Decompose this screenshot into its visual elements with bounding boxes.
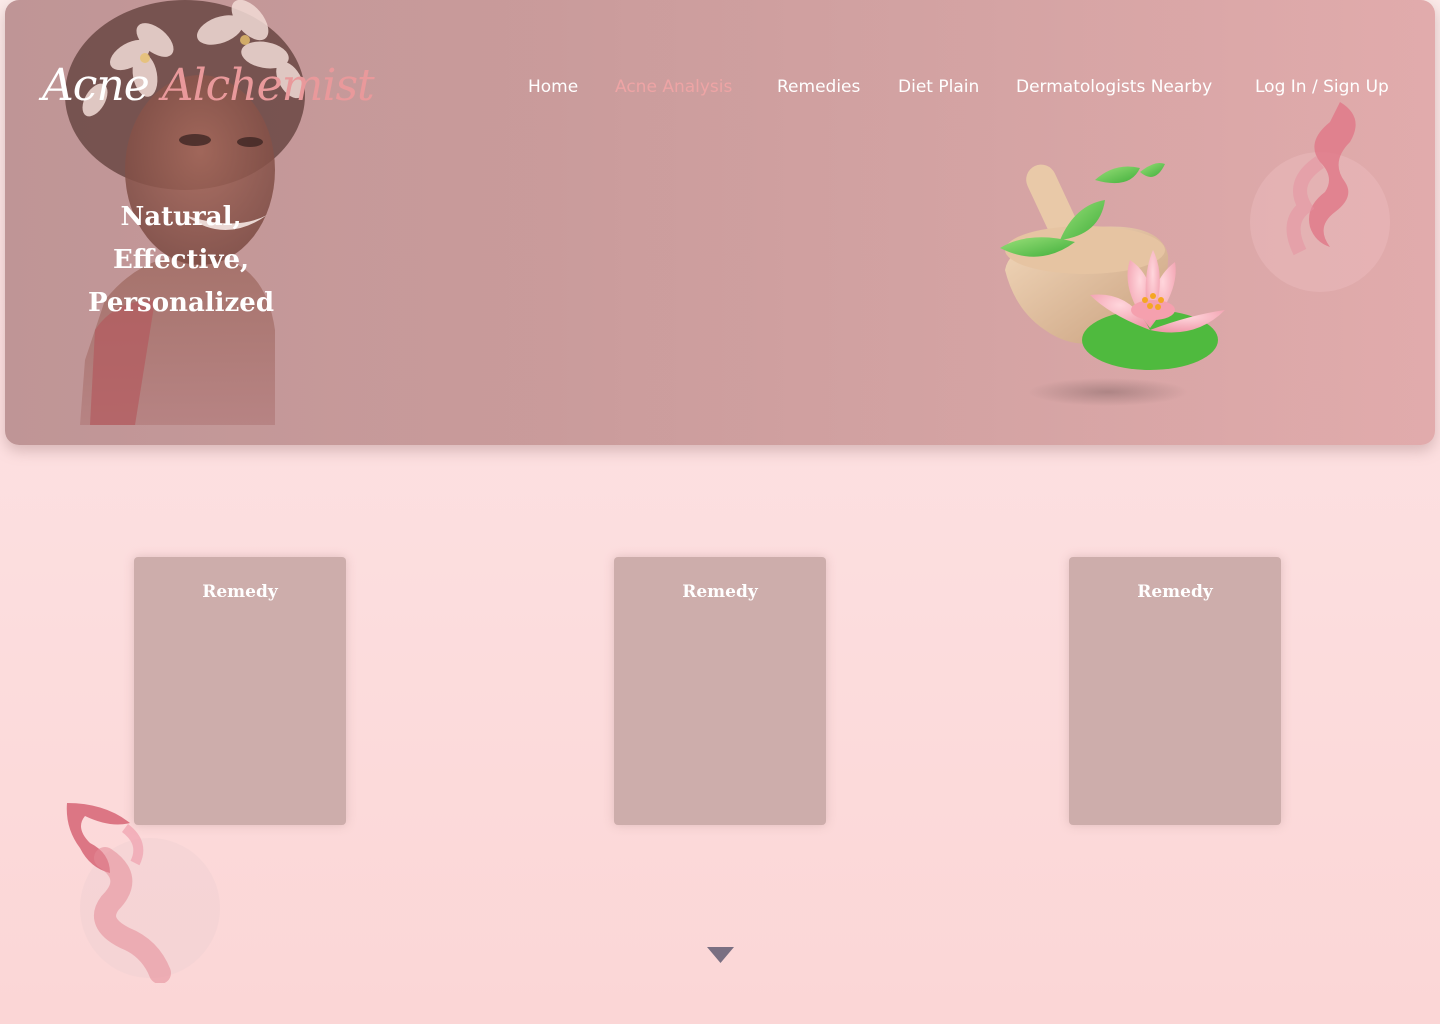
tagline-line-3: Personalized [87,288,275,318]
nav-item-login-signup[interactable]: Log In / Sign Up [1255,75,1389,99]
remedy-card-title: Remedy [202,582,278,602]
nav-item-dermatologists-nearby[interactable]: Dermatologists Nearby [1016,75,1212,99]
mortar-lotus-illustration [1000,163,1225,406]
remedy-card-title: Remedy [682,582,758,602]
triangle-down-icon[interactable] [707,947,734,963]
main-navigation: Home Acne Analysis Remedies Diet Plain D… [0,75,1440,99]
hero-tagline: Natural, Effective, Personalized [70,196,292,325]
nav-item-home[interactable]: Home [528,75,578,99]
ribbon-decoration [66,803,220,983]
remedy-card[interactable]: Remedy [1069,557,1281,825]
tagline-line-1: Natural, [120,202,242,232]
nav-item-diet-plan[interactable]: Diet Plain [898,75,979,99]
remedy-card[interactable]: Remedy [134,557,346,825]
remedy-card[interactable]: Remedy [614,557,826,825]
ribbon-decoration [1250,102,1390,292]
nav-item-acne-analysis[interactable]: Acne Analysis [615,75,732,99]
nav-item-remedies[interactable]: Remedies [777,75,860,99]
tagline-line-2: Effective, [112,245,250,275]
remedy-card-title: Remedy [1137,582,1213,602]
